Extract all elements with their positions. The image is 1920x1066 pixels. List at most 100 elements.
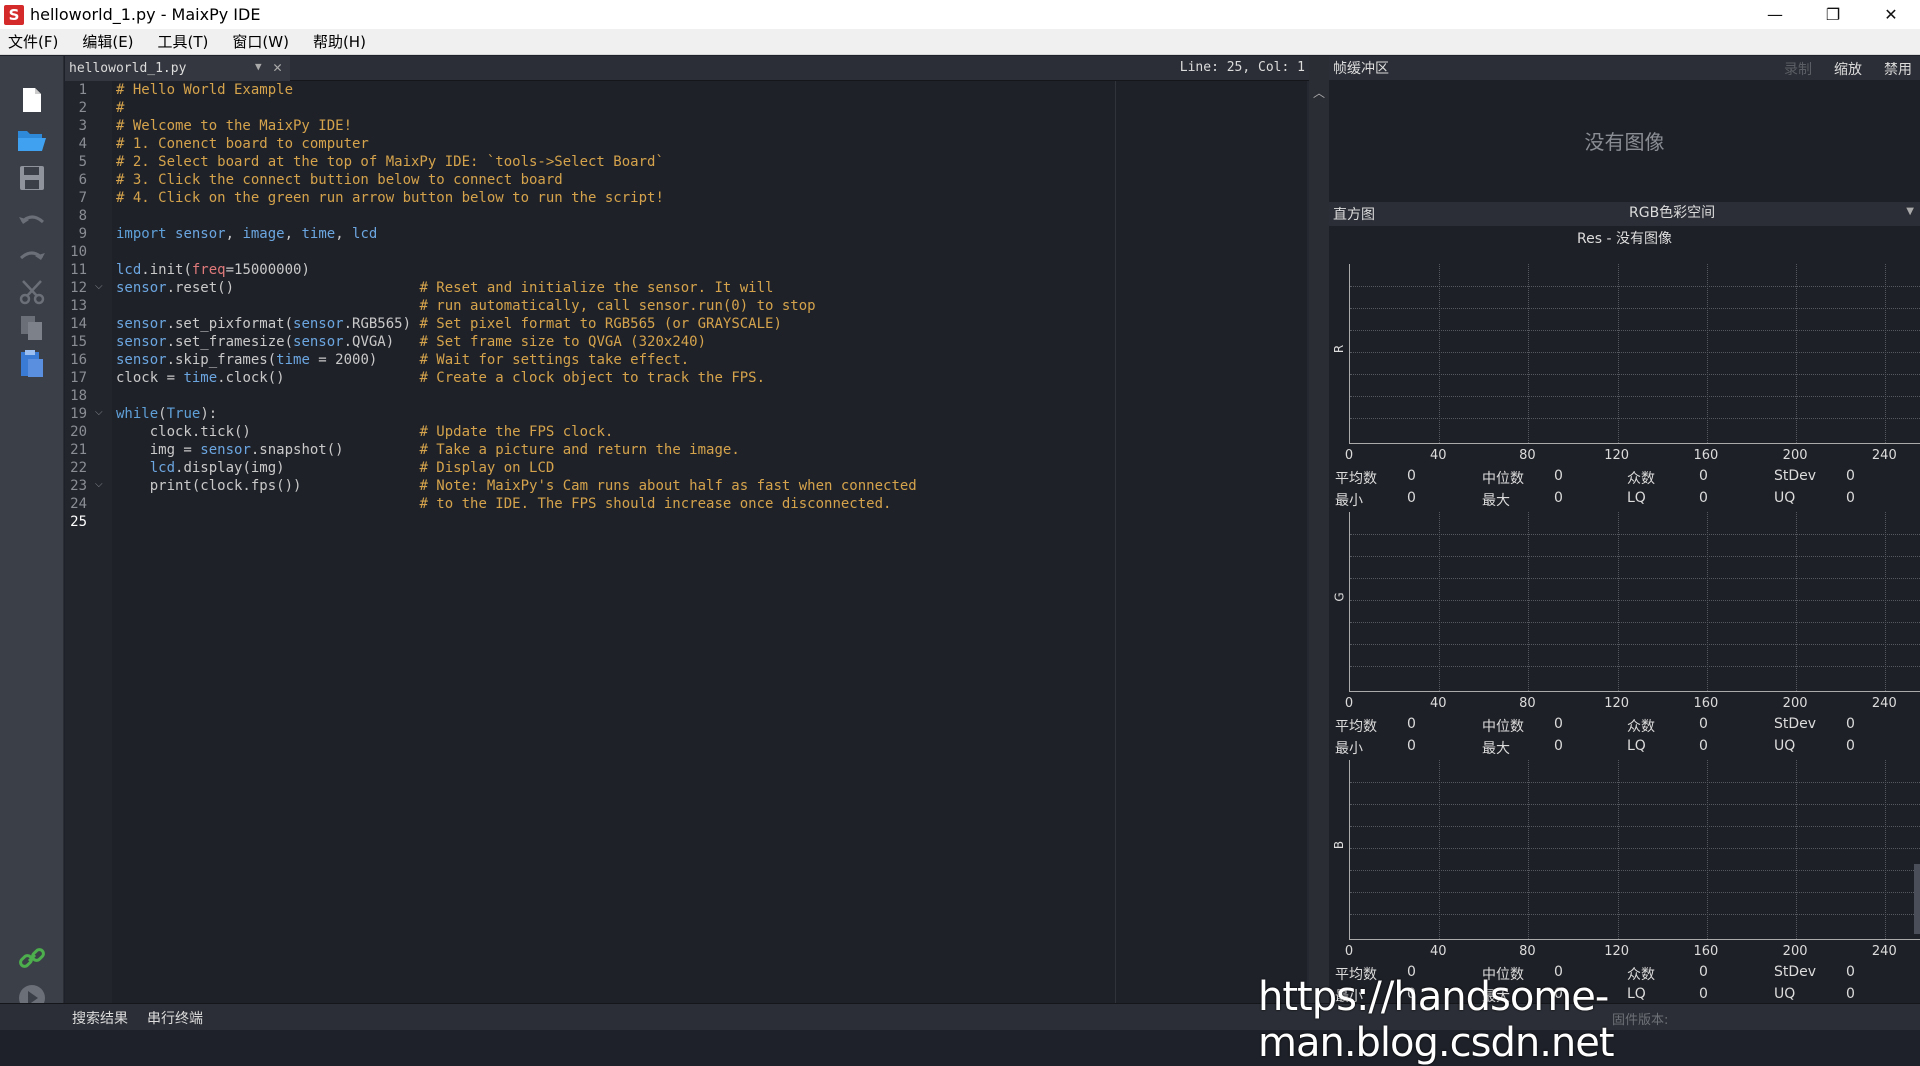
code-line: lcd.display(img) # Display on LCD (149, 460, 555, 476)
window-title: helloworld_1.py - MaixPy IDE (30, 5, 261, 24)
stat-label: 平均数 (1335, 719, 1377, 735)
grid-line (1796, 264, 1798, 443)
connect-link-icon[interactable] (14, 942, 50, 974)
grid-line (1350, 578, 1920, 579)
disable-button[interactable]: 禁用 (1884, 59, 1912, 79)
code-line: # Welcome to the MaixPy IDE! (116, 118, 353, 134)
grid-line (1706, 264, 1708, 443)
color-space-select[interactable]: RGB色彩空间 (1629, 202, 1715, 222)
x-tick-label: 0 (1344, 696, 1354, 711)
copy-icon[interactable] (14, 312, 50, 344)
stat-value: 0 (1699, 468, 1708, 484)
x-tick-label: 120 (1604, 696, 1630, 711)
code-line: sensor.set_pixformat(sensor.RGB565) # Se… (116, 316, 782, 332)
line-number: 6 (78, 172, 87, 188)
grid-line (1617, 264, 1619, 443)
new-file-icon[interactable] (14, 84, 50, 116)
histogram-plot-g (1349, 512, 1920, 692)
stat-label: 最小 (1335, 493, 1363, 509)
frame-buffer-title: 帧缓冲区 (1333, 61, 1389, 77)
file-tab[interactable]: helloworld_1.py ▼ ✕ (65, 56, 290, 81)
tab-serial-terminal[interactable]: 串行终端 (147, 1008, 203, 1028)
line-number: 15 (70, 334, 87, 350)
stat-value: 0 (1554, 738, 1563, 754)
panel-splitter[interactable]: ︿ (1309, 56, 1329, 1003)
code-line: # 3. Click the connect buttion below to … (116, 172, 563, 188)
x-tick-label: 240 (1871, 944, 1897, 959)
grid-line (1350, 914, 1920, 915)
stats-row: 平均数 0 中位数 0 众数 0 StDev 0 (1335, 468, 1920, 488)
x-tick-label: 160 (1693, 944, 1719, 959)
stat-value: 0 (1407, 468, 1416, 484)
grid-line (1350, 892, 1920, 893)
record-button[interactable]: 录制 (1784, 59, 1812, 79)
chevron-up-icon[interactable]: ︿ (1313, 84, 1325, 101)
restore-button[interactable]: ❐ (1804, 0, 1862, 29)
stat-label: 中位数 (1482, 719, 1524, 735)
stat-value: 0 (1846, 738, 1855, 754)
code-line: img = sensor.snapshot() # Take a picture… (116, 442, 740, 458)
line-number: 23 (70, 478, 87, 494)
minimize-button[interactable]: — (1746, 0, 1804, 29)
line-number: 4 (78, 136, 87, 152)
menu-edit[interactable]: 编辑(E) (78, 31, 137, 52)
stat-label: LQ (1627, 490, 1646, 506)
fold-chevron-icon[interactable]: ⌵ (95, 281, 103, 292)
stat-value: 0 (1554, 468, 1563, 484)
x-tick-label: 160 (1693, 696, 1719, 711)
app-logo: S (4, 4, 24, 25)
paste-icon[interactable] (14, 348, 50, 380)
code-line: # 1. Conenct board to computer (116, 136, 369, 152)
frame-buffer-header: 帧缓冲区 录制 缩放 禁用 (1329, 56, 1920, 80)
grid-line (1528, 760, 1530, 939)
grid-line (1350, 782, 1920, 783)
menu-tools[interactable]: 工具(T) (154, 31, 213, 52)
menu-help[interactable]: 帮助(H) (309, 31, 370, 52)
frame-buffer-actions: 录制 缩放 禁用 (1784, 59, 1912, 79)
menu-file[interactable]: 文件(F) (4, 31, 62, 52)
tab-dropdown-icon[interactable]: ▼ (255, 60, 262, 73)
right-panel: 帧缓冲区 录制 缩放 禁用 没有图像 直方图 RGB色彩空间 ▼ Res - 没… (1329, 56, 1920, 1005)
histogram-plot-r (1349, 264, 1920, 444)
x-tick-label: 120 (1604, 448, 1630, 463)
channel-label: G (1332, 592, 1347, 602)
menu-window[interactable]: 窗口(W) (228, 31, 293, 52)
code-line: # run automatically, call sensor.run(0) … (419, 298, 816, 314)
grid-line (1350, 418, 1920, 419)
code-text-area[interactable]: # Hello World Example # # Welcome to the M… (116, 81, 1216, 1003)
line-number: 11 (70, 262, 87, 278)
close-window-button[interactable]: ✕ (1862, 0, 1920, 29)
chevron-down-icon[interactable]: ▼ (1906, 206, 1914, 217)
grid-line (1528, 512, 1530, 691)
code-line: # to the IDE. The FPS should increase on… (419, 496, 892, 512)
histogram-scrollbar[interactable] (1914, 864, 1920, 934)
stat-label: 众数 (1627, 719, 1655, 735)
channel-label: B (1332, 840, 1347, 850)
grid-line (1350, 330, 1920, 331)
stat-label: 最大 (1482, 741, 1510, 757)
grid-line (1350, 622, 1920, 623)
redo-icon[interactable] (14, 242, 50, 274)
fold-chevron-icon[interactable]: ⌵ (95, 407, 103, 418)
stat-value: 0 (1407, 490, 1416, 506)
stat-value: 0 (1699, 490, 1708, 506)
editor-tab-bar: helloworld_1.py ▼ ✕ Line: 25, Col: 1 (65, 56, 1315, 81)
code-line: clock.tick() # Update the FPS clock. (116, 424, 614, 440)
grid-line (1350, 352, 1920, 353)
cut-icon[interactable] (14, 276, 50, 308)
save-icon[interactable] (14, 162, 50, 194)
grid-line (1350, 600, 1920, 601)
undo-icon[interactable] (14, 206, 50, 238)
zoom-button[interactable]: 缩放 (1834, 59, 1862, 79)
close-tab-icon[interactable]: ✕ (273, 58, 282, 76)
code-line: print(clock.fps()) # Note: MaixPy's Cam … (116, 478, 917, 494)
histogram-resolution: Res - 没有图像 (1577, 231, 1672, 247)
fold-chevron-icon[interactable]: ⌵ (95, 479, 103, 490)
grid-line (1439, 264, 1441, 443)
tab-search-results[interactable]: 搜索结果 (72, 1008, 128, 1028)
grid-line (1350, 286, 1920, 287)
x-tick-label: 240 (1871, 448, 1897, 463)
open-folder-icon[interactable] (14, 124, 50, 156)
stats-row: 最小 0 最大 0 LQ 0 UQ 0 (1335, 490, 1920, 510)
line-number: 14 (70, 316, 87, 332)
